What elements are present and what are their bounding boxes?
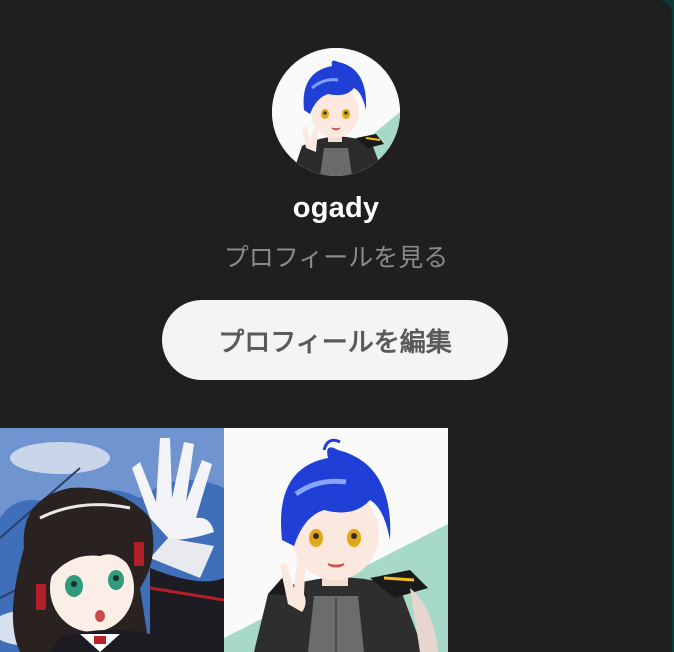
thumbnail-image-blue-hair-character	[224, 428, 448, 652]
post-thumbnail[interactable]	[224, 428, 448, 652]
thumbnail-image-girl-sky	[0, 428, 224, 652]
username: ogady	[292, 192, 380, 224]
edit-profile-button[interactable]: プロフィールを編集	[162, 300, 508, 380]
post-thumbnail[interactable]	[0, 428, 224, 652]
avatar-image	[272, 48, 400, 176]
view-profile-link[interactable]: プロフィールを見る	[0, 238, 672, 274]
profile-panel: ogady プロフィールを見る プロフィールを編集	[0, 0, 672, 652]
profile-avatar[interactable]	[272, 48, 400, 176]
